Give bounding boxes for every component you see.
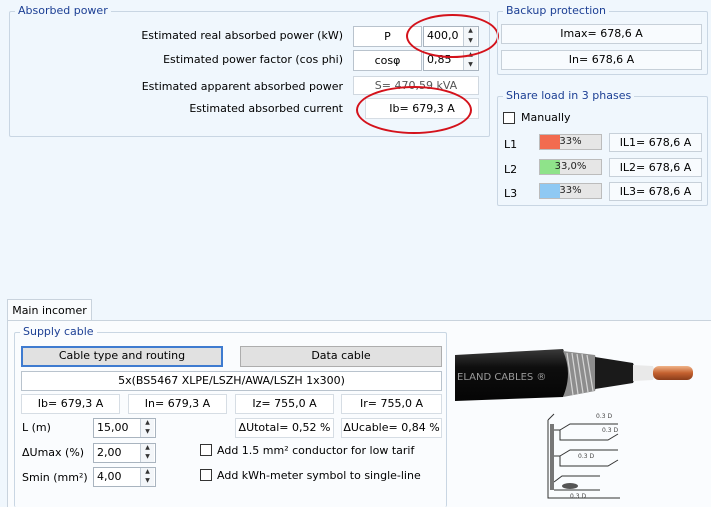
share-load-legend: Share load in 3 phases (503, 89, 635, 102)
du-max-label: ΔUmax (%) (22, 446, 85, 459)
spin-down-icon[interactable]: ▼ (464, 60, 477, 70)
length-input[interactable]: 15,00 ▲ ▼ (93, 418, 156, 438)
phase-load-bar[interactable]: 33% (539, 183, 602, 199)
manually-checkbox[interactable] (503, 112, 515, 124)
svg-text:0.3 D: 0.3 D (578, 453, 594, 460)
svg-text:0.3 D: 0.3 D (596, 413, 612, 420)
du-cable: ΔUcable= 0,84 % (341, 418, 442, 438)
smin-spinner: ▲ ▼ (140, 468, 155, 486)
smin-label: Smin (mm²) (22, 471, 88, 484)
imax-value: Imax= 678,6 A (501, 24, 702, 44)
cable-brand: ELAND CABLES ® (457, 372, 546, 383)
cable-description: 5x(BS5467 XLPE/LSZH/AWA/LSZH 1x300) (21, 371, 442, 391)
data-cable-button[interactable]: Data cable (240, 346, 442, 367)
phase-percent: 33% (559, 136, 582, 147)
add-kwh-label: Add kWh-meter symbol to single-line (217, 469, 421, 482)
real-power-label: Estimated real absorbed power (kW) (141, 29, 343, 42)
phase-name: L3 (504, 187, 518, 200)
length-label: L (m) (22, 421, 51, 434)
tab-main-incomer[interactable]: Main incomer (7, 299, 92, 321)
manually-label: Manually (521, 111, 571, 124)
length-spinner: ▲ ▼ (140, 419, 155, 437)
length-value: 15,00 (97, 421, 129, 434)
phase-current: IL2= 678,6 A (609, 158, 702, 177)
cable-in: In= 679,3 A (128, 394, 227, 414)
phase-load-bar[interactable]: 33,0% (539, 159, 602, 175)
cable-image: ELAND CABLES ® (455, 349, 693, 401)
routing-diagram-image: 0.3 D 0.3 D 0.3 D 0.3 D (547, 413, 620, 500)
absorbed-current-label: Estimated absorbed current (189, 102, 343, 115)
du-max-spinner: ▲ ▼ (140, 444, 155, 462)
add-kwh-checkbox[interactable] (200, 469, 212, 481)
backup-protection-legend: Backup protection (503, 4, 610, 17)
phase-percent: 33% (559, 185, 582, 196)
smin-value: 4,00 (97, 470, 122, 483)
phase-name: L1 (504, 138, 518, 151)
phase-name: L2 (504, 163, 518, 176)
du-max-input[interactable]: 2,00 ▲ ▼ (93, 443, 156, 463)
du-total: ΔUtotal= 0,52 % (235, 418, 334, 438)
phase-current: IL3= 678,6 A (609, 182, 702, 201)
phase-current: IL1= 678,6 A (609, 133, 702, 152)
power-factor-label: Estimated power factor (cos phi) (163, 53, 343, 66)
phase-percent: 33,0% (554, 161, 587, 172)
cable-type-routing-button[interactable]: Cable type and routing (21, 346, 223, 367)
supply-cable-legend: Supply cable (20, 325, 97, 338)
highlight-ring (356, 86, 472, 134)
apparent-power-label: Estimated apparent absorbed power (141, 80, 343, 93)
spin-down-icon[interactable]: ▼ (141, 453, 154, 462)
add-conductor-label: Add 1.5 mm² conductor for low tarif (217, 444, 415, 457)
absorbed-power-legend: Absorbed power (15, 4, 111, 17)
spin-down-icon[interactable]: ▼ (141, 428, 154, 437)
spin-down-icon[interactable]: ▼ (141, 477, 154, 486)
power-factor-symbol: cosφ (353, 50, 422, 71)
svg-text:0.3 D: 0.3 D (602, 427, 618, 434)
svg-text:0.3 D: 0.3 D (570, 493, 586, 500)
in-value: In= 678,6 A (501, 50, 702, 70)
cable-iz: Iz= 755,0 A (235, 394, 334, 414)
add-conductor-checkbox[interactable] (200, 444, 212, 456)
phase-load-bar[interactable]: 33% (539, 134, 602, 150)
cable-ib: Ib= 679,3 A (21, 394, 120, 414)
du-max-value: 2,00 (97, 446, 122, 459)
highlight-ring (406, 14, 499, 58)
smin-input[interactable]: 4,00 ▲ ▼ (93, 467, 156, 487)
cable-ir: Ir= 755,0 A (341, 394, 442, 414)
